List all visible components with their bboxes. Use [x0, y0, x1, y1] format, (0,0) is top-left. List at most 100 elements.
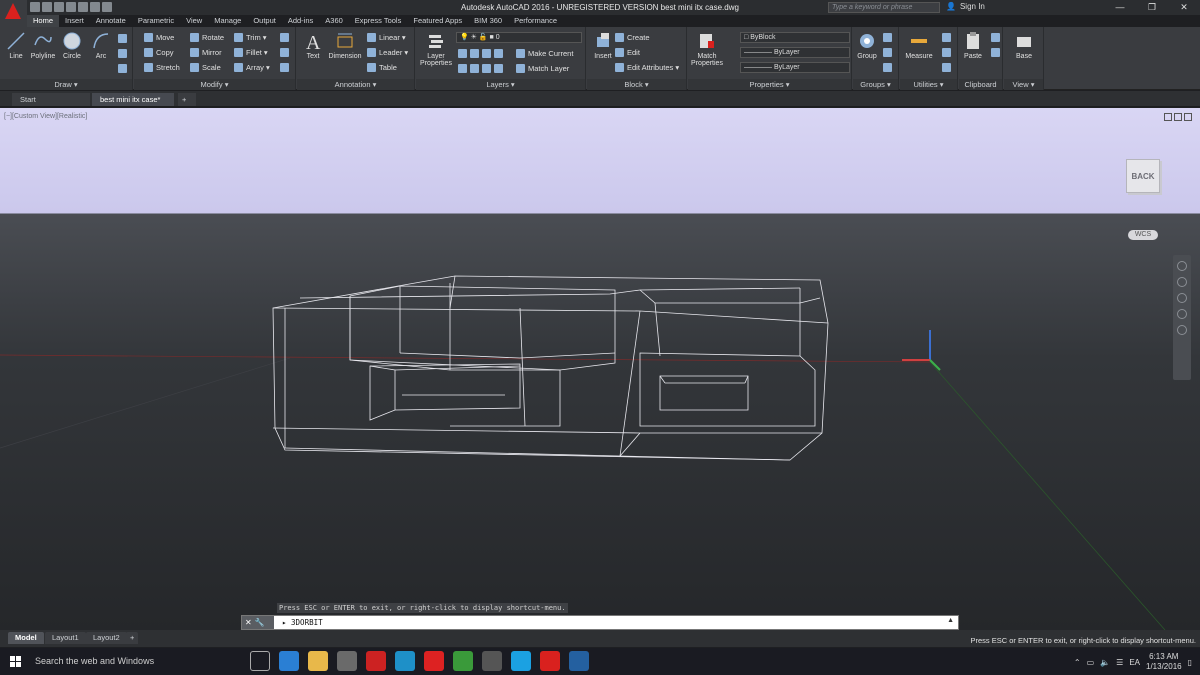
- text-button[interactable]: A Text: [299, 31, 327, 60]
- edge-icon[interactable]: [279, 651, 299, 671]
- circle-button[interactable]: Circle: [58, 31, 86, 60]
- layer-tools-row1[interactable]: [458, 47, 503, 60]
- view-panel-label[interactable]: View ▾: [1004, 79, 1043, 90]
- line-button[interactable]: Line: [2, 31, 30, 60]
- cut-button[interactable]: [991, 31, 1000, 44]
- utilities-panel-label[interactable]: Utilities ▾: [900, 79, 957, 90]
- block-panel-label[interactable]: Block ▾: [587, 79, 686, 90]
- tab-manage[interactable]: Manage: [208, 15, 247, 27]
- tab-output[interactable]: Output: [247, 15, 282, 27]
- restore-button[interactable]: ❐: [1136, 0, 1168, 15]
- tab-express-tools[interactable]: Express Tools: [349, 15, 408, 27]
- erase-button[interactable]: [280, 31, 289, 44]
- tab-bim-360[interactable]: BIM 360: [468, 15, 508, 27]
- close-command-icon[interactable]: ✕: [245, 618, 252, 627]
- layout2-tab[interactable]: Layout2: [86, 632, 127, 644]
- linear-button[interactable]: Linear ▾: [367, 31, 406, 44]
- linetype-dropdown[interactable]: ———— ByLayer: [740, 47, 850, 58]
- pan-icon[interactable]: [1177, 277, 1187, 287]
- hatch-button[interactable]: [118, 47, 127, 60]
- windows-start-icon[interactable]: [10, 656, 21, 667]
- arc-button[interactable]: Arc: [87, 31, 115, 60]
- layer-dropdown[interactable]: 💡 ☀ 🔓 ■ 0: [456, 32, 582, 43]
- copy-clip-button[interactable]: [991, 46, 1000, 59]
- showmotion-icon[interactable]: [1177, 325, 1187, 335]
- gradient-button[interactable]: [118, 62, 127, 75]
- steering-wheel-icon[interactable]: [1177, 261, 1187, 271]
- group-edit-button[interactable]: [883, 46, 892, 59]
- tab-add-ins[interactable]: Add-ins: [282, 15, 319, 27]
- draw-panel-label[interactable]: Draw ▾: [0, 79, 132, 90]
- base-button[interactable]: Base: [1010, 31, 1038, 60]
- layout1-tab[interactable]: Layout1: [45, 632, 86, 644]
- clock[interactable]: 6:13 AM 1/13/2016: [1146, 652, 1182, 672]
- fillet-button[interactable]: Fillet ▾: [234, 46, 268, 59]
- new-tab-button[interactable]: +: [178, 93, 196, 106]
- lineweight-dropdown[interactable]: ———— ByLayer: [740, 62, 850, 73]
- create-block-button[interactable]: Create: [615, 31, 650, 44]
- mirror-button[interactable]: Mirror: [190, 46, 222, 59]
- layer-tools-row2[interactable]: [458, 62, 503, 75]
- array-button[interactable]: Array ▾: [234, 61, 270, 74]
- volume-icon[interactable]: 🔈: [1100, 658, 1110, 667]
- drawing-tab[interactable]: best mini itx case* ✕: [92, 93, 174, 117]
- group-select-button[interactable]: [883, 61, 892, 74]
- search-input[interactable]: Type a keyword or phrase: [828, 2, 940, 13]
- tab-parametric[interactable]: Parametric: [132, 15, 180, 27]
- table-button[interactable]: Table: [367, 61, 397, 74]
- notifications-icon[interactable]: ☰: [1116, 658, 1123, 667]
- groups-panel-label[interactable]: Groups ▾: [853, 79, 898, 90]
- taskbar-search[interactable]: Search the web and Windows: [35, 656, 154, 666]
- viewport-close-icon[interactable]: [1184, 113, 1192, 121]
- tab-a360[interactable]: A360: [319, 15, 349, 27]
- insert-button[interactable]: Insert: [589, 31, 617, 60]
- layers-panel-label[interactable]: Layers ▾: [416, 79, 585, 90]
- viewcube[interactable]: BACK: [1126, 159, 1160, 193]
- viewport-restore-icon[interactable]: [1174, 113, 1182, 121]
- model-tab[interactable]: Model: [8, 632, 44, 644]
- make-current-button[interactable]: Make Current: [516, 47, 573, 60]
- annotation-panel-label[interactable]: Annotation ▾: [297, 79, 414, 90]
- autocad-taskbar-icon[interactable]: [540, 651, 560, 671]
- stretch-button[interactable]: Stretch: [144, 61, 180, 74]
- leader-button[interactable]: Leader ▾: [367, 46, 408, 59]
- sign-in[interactable]: 👤 Sign In: [946, 2, 985, 11]
- zoom-icon[interactable]: [1177, 293, 1187, 303]
- ungroup-button[interactable]: [883, 31, 892, 44]
- model-wireframe[interactable]: [0, 108, 1200, 630]
- customize-icon[interactable]: 🔧: [255, 618, 265, 627]
- language-indicator[interactable]: EA: [1129, 658, 1140, 667]
- tab-annotate[interactable]: Annotate: [90, 15, 132, 27]
- opera-icon[interactable]: [424, 651, 444, 671]
- orbit-icon[interactable]: [1177, 309, 1187, 319]
- edit-block-button[interactable]: Edit: [615, 46, 640, 59]
- close-button[interactable]: ✕: [1168, 0, 1200, 15]
- media-player-icon[interactable]: [337, 651, 357, 671]
- paste-button[interactable]: Paste: [959, 31, 987, 60]
- store-icon[interactable]: [482, 651, 502, 671]
- tab-performance[interactable]: Performance: [508, 15, 563, 27]
- trim-button[interactable]: Trim ▾: [234, 31, 267, 44]
- skype-icon[interactable]: [511, 651, 531, 671]
- edit-attributes-button[interactable]: Edit Attributes ▾: [615, 61, 679, 74]
- offset-button[interactable]: [280, 61, 289, 74]
- scale-button[interactable]: Scale: [190, 61, 221, 74]
- start-tab[interactable]: Start: [12, 93, 90, 106]
- layer-properties-button[interactable]: Layer Properties: [418, 31, 454, 67]
- chrome-icon[interactable]: [453, 651, 473, 671]
- tab-view[interactable]: View: [180, 15, 208, 27]
- match-layer-button[interactable]: Match Layer: [516, 62, 569, 75]
- command-history-icon[interactable]: ▲: [947, 617, 954, 624]
- task-view-icon[interactable]: [250, 651, 270, 671]
- properties-panel-label[interactable]: Properties ▾: [688, 79, 851, 90]
- new-layout-button[interactable]: +: [126, 632, 139, 644]
- tray-chevron-icon[interactable]: ⌃: [1074, 658, 1081, 667]
- minimize-button[interactable]: —: [1104, 0, 1136, 15]
- network-icon[interactable]: ▭: [1087, 658, 1095, 667]
- app-red-icon[interactable]: [366, 651, 386, 671]
- rotate-button[interactable]: Rotate: [190, 31, 224, 44]
- modify-panel-label[interactable]: Modify ▾: [134, 79, 295, 90]
- dimension-button[interactable]: Dimension: [327, 31, 363, 60]
- rectangle-button[interactable]: [118, 32, 127, 45]
- app-l-icon[interactable]: [569, 651, 589, 671]
